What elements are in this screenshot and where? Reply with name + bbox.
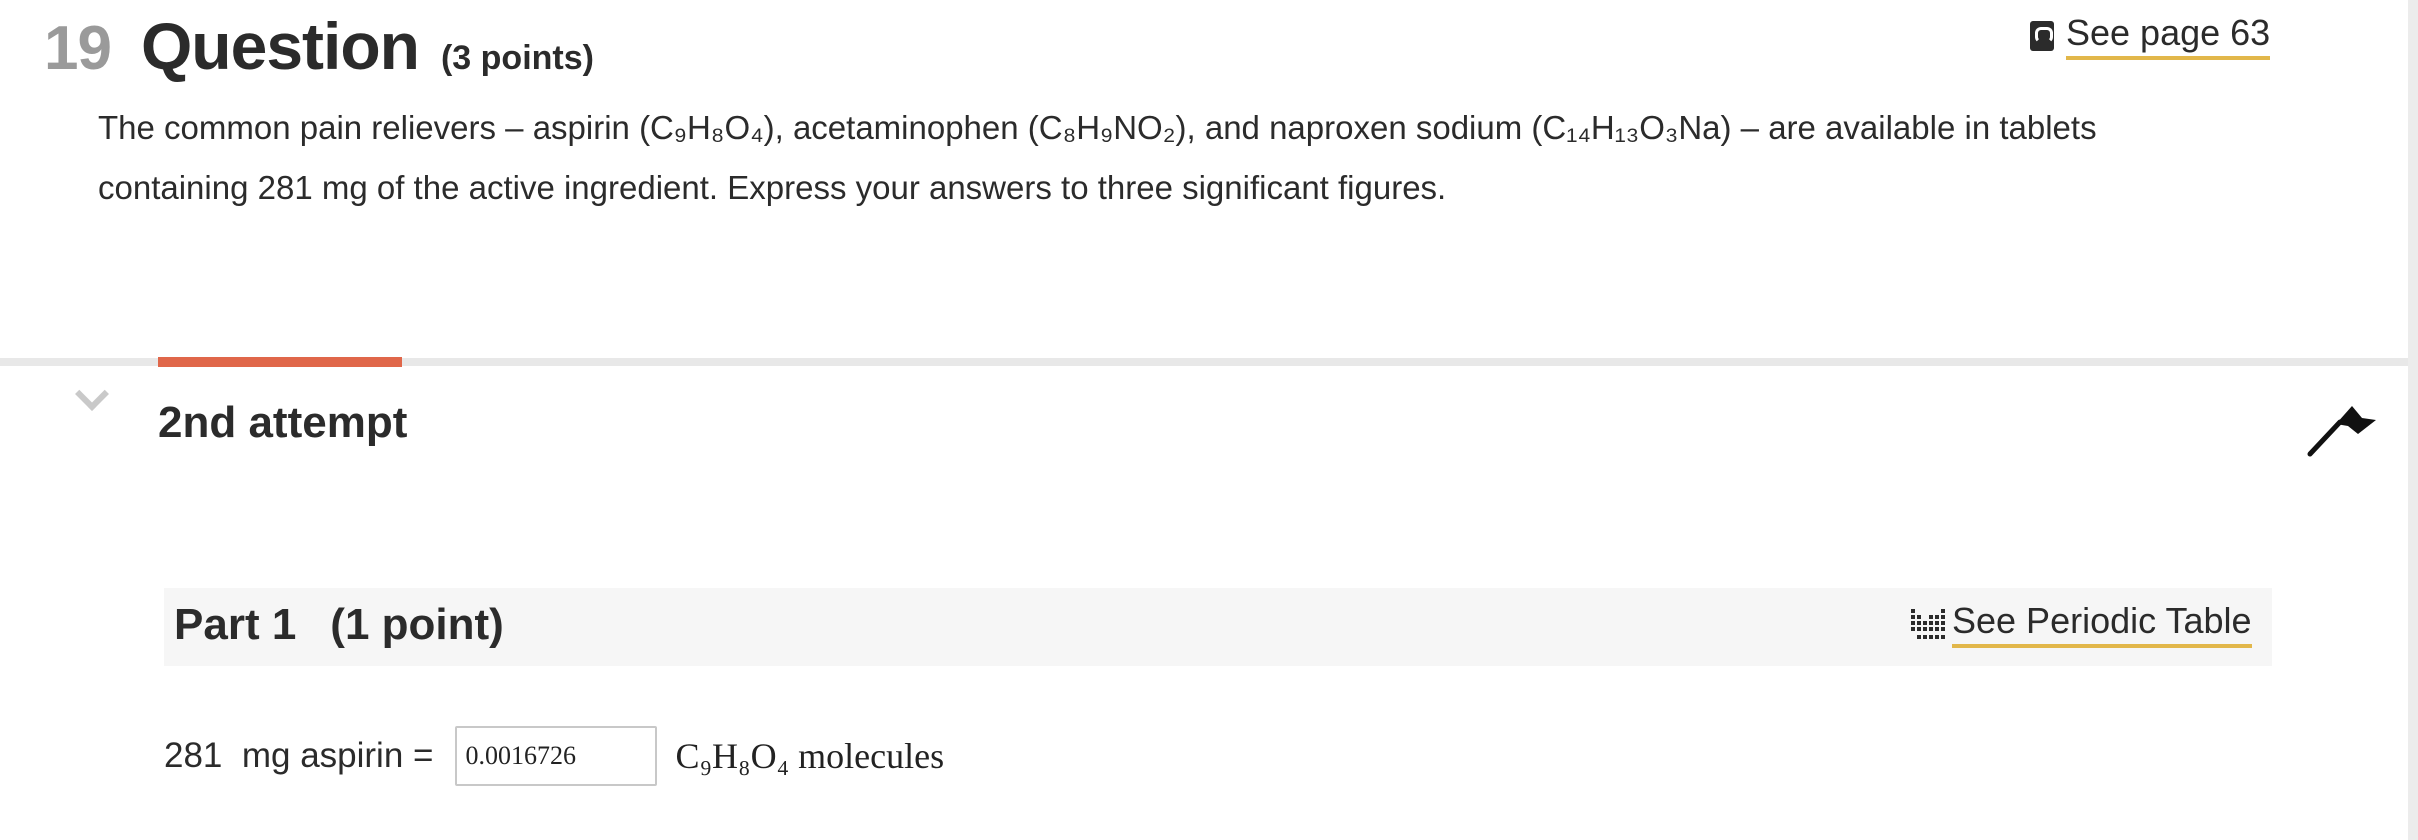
periodic-table-icon <box>1911 609 1945 639</box>
question-text-line2: containing 281 mg of the active ingredie… <box>98 169 1447 206</box>
attempt-label: 2nd attempt <box>158 398 408 447</box>
active-attempt-indicator <box>158 357 402 367</box>
question-text: The common pain relievers – aspirin (C₉H… <box>98 98 2298 218</box>
part-points: (1 point) <box>330 600 504 649</box>
book-icon <box>2030 21 2054 51</box>
periodic-table-link[interactable]: See Periodic Table <box>1952 600 2252 648</box>
see-page-link-group[interactable]: See page 63 <box>2030 12 2271 60</box>
scrollbar-track[interactable] <box>2408 0 2418 840</box>
question-text-line1: The common pain relievers – aspirin (C₉H… <box>98 109 2097 146</box>
question-number: 19 <box>44 14 112 83</box>
flag-icon[interactable] <box>2306 402 2378 458</box>
see-page-link[interactable]: See page 63 <box>2066 12 2271 60</box>
chevron-down-icon[interactable] <box>75 377 109 411</box>
question-header: 19 Question (3 points) <box>44 8 594 84</box>
question-title: Question <box>140 9 420 83</box>
answer-unit: C₉H₈O₄ molecules <box>675 736 945 776</box>
answer-label: 281 mg aspirin = <box>164 736 434 775</box>
question-points: (3 points) <box>440 39 594 77</box>
answer-row: 281 mg aspirin = C₉H₈O₄ molecules <box>164 726 944 786</box>
part-label: Part 1 <box>174 600 297 649</box>
attempt-toggle[interactable] <box>70 377 109 411</box>
answer-input[interactable] <box>455 726 658 786</box>
part-title: Part 1 (1 point) <box>174 600 504 650</box>
periodic-table-link-group[interactable]: See Periodic Table <box>1910 600 2252 648</box>
